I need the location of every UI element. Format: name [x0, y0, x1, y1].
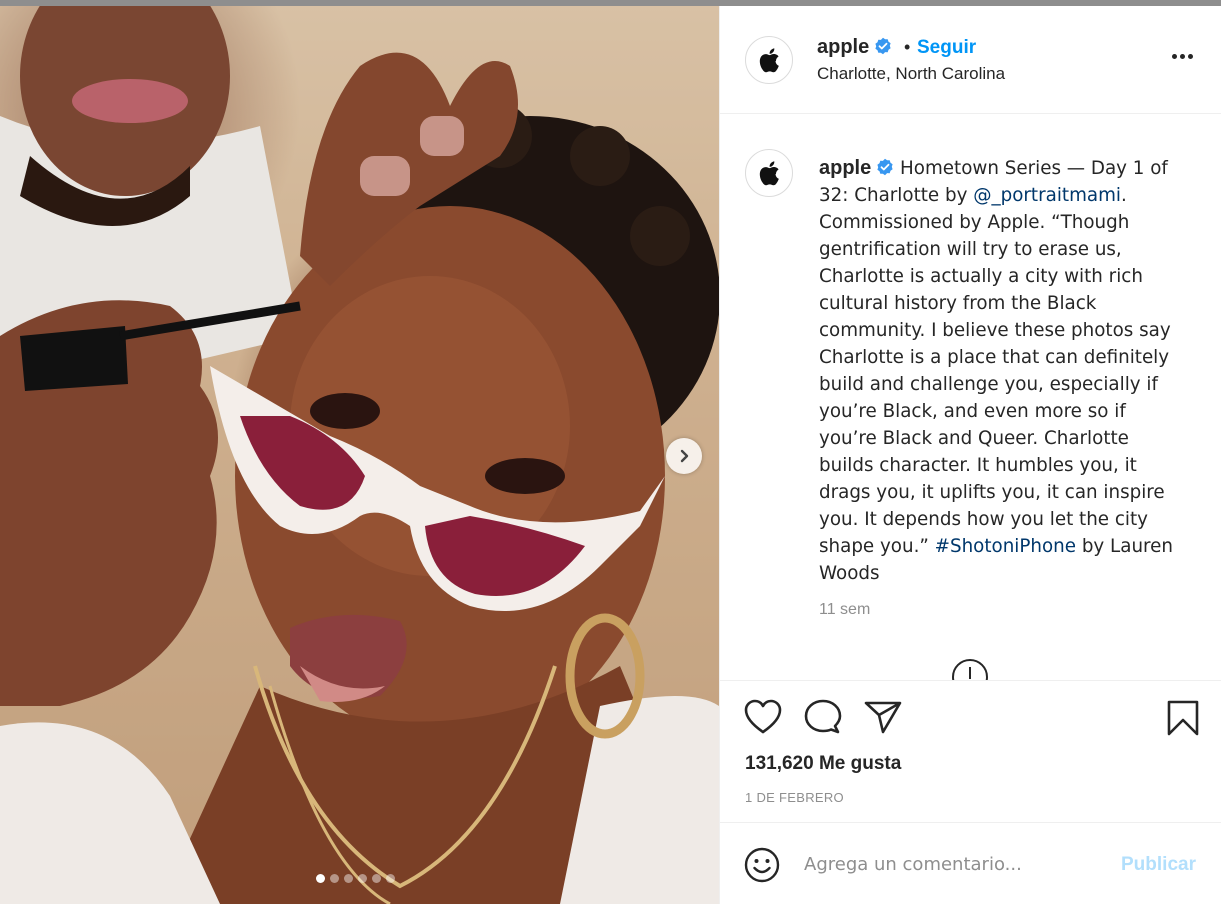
- username[interactable]: apple: [817, 36, 869, 58]
- location-link[interactable]: Charlotte, North Carolina: [817, 64, 1005, 84]
- caption-timestamp[interactable]: 11 sem: [819, 601, 870, 619]
- follow-button[interactable]: Seguir: [917, 37, 976, 59]
- carousel-dot: [316, 874, 325, 883]
- smiley-icon[interactable]: [744, 847, 780, 883]
- next-photo-button[interactable]: [666, 438, 702, 474]
- apple-logo-icon: [759, 161, 779, 186]
- chevron-right-icon: [680, 449, 689, 463]
- username-link[interactable]: apple: [817, 36, 892, 59]
- caption-username[interactable]: apple: [819, 157, 871, 179]
- carousel-dot: [386, 874, 395, 883]
- caption-text: apple Hometown Series — Day 1 of 32: Cha…: [819, 155, 1189, 587]
- avatar[interactable]: [745, 36, 793, 84]
- separator-dot: •: [904, 37, 911, 57]
- verified-badge-icon: [875, 37, 891, 55]
- hashtag-link[interactable]: #ShotoniPhone: [935, 536, 1076, 557]
- post-date[interactable]: 1 DE FEBRERO: [745, 790, 844, 805]
- post-header: apple • Seguir Charlotte, North Carolina: [720, 6, 1221, 114]
- portrait-photo-illustration: [0, 6, 719, 904]
- publish-button[interactable]: Publicar: [1121, 854, 1196, 876]
- more-options-icon[interactable]: [1172, 54, 1193, 59]
- comment-input[interactable]: [804, 847, 1104, 881]
- caption-avatar[interactable]: [745, 149, 793, 197]
- carousel-indicator: [316, 874, 395, 883]
- carousel-dot: [372, 874, 381, 883]
- apple-logo-icon: [759, 48, 779, 73]
- caption-section: apple Hometown Series — Day 1 of 32: Cha…: [720, 115, 1221, 680]
- likes-count[interactable]: 131,620 Me gusta: [745, 753, 901, 775]
- load-more-comments-icon[interactable]: [952, 659, 988, 680]
- comment-bar: Publicar: [720, 822, 1221, 904]
- post-photo[interactable]: [0, 6, 719, 904]
- comment-bubble-icon[interactable]: [804, 699, 842, 735]
- bookmark-icon[interactable]: [1166, 699, 1200, 737]
- carousel-dot: [358, 874, 367, 883]
- mention-link[interactable]: @_portraitmami: [973, 185, 1121, 206]
- heart-icon[interactable]: [744, 699, 782, 735]
- carousel-dot: [330, 874, 339, 883]
- action-bar: 131,620 Me gusta 1 DE FEBRERO: [720, 680, 1221, 822]
- caption-body-2: . Commissioned by Apple. “Though gentrif…: [819, 185, 1171, 557]
- paper-plane-icon[interactable]: [864, 699, 902, 735]
- post-sidebar: apple • Seguir Charlotte, North Carolina…: [719, 6, 1221, 904]
- carousel-dot: [344, 874, 353, 883]
- verified-badge-icon: [877, 158, 893, 176]
